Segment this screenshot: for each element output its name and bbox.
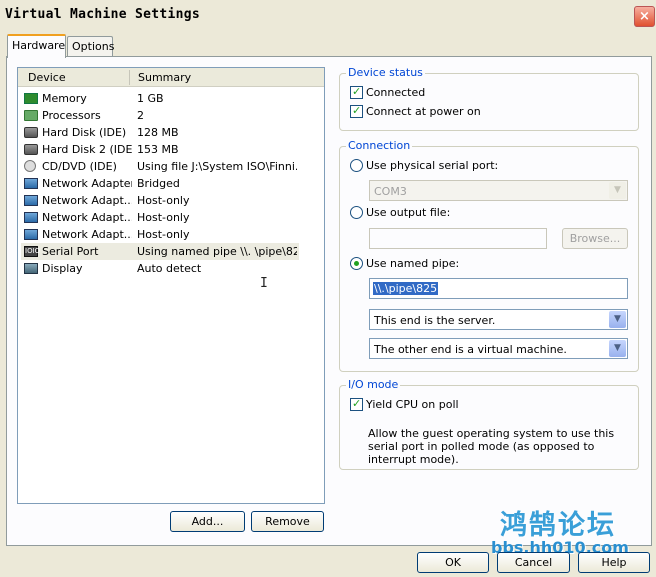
column-separator[interactable] — [129, 70, 130, 85]
device-row-network-adapter-3[interactable]: Network Adapt... Host-only — [21, 209, 299, 226]
chevron-down-icon[interactable]: ▼ — [609, 182, 626, 199]
output-file-input[interactable] — [369, 228, 547, 249]
device-summary: Auto detect — [137, 262, 202, 275]
device-name: Network Adapt... — [42, 211, 132, 224]
tab-options[interactable]: Options — [67, 36, 114, 57]
device-summary: Host-only — [137, 211, 190, 224]
text-cursor-icon: I — [260, 276, 268, 291]
device-list[interactable]: Device Summary Memory 1 GB Processors 2 … — [17, 67, 325, 504]
device-name: Network Adapter — [42, 177, 132, 190]
device-name: Hard Disk 2 (IDE) — [42, 143, 132, 156]
other-end-value: The other end is a virtual machine. — [374, 343, 567, 356]
device-row-processors[interactable]: Processors 2 — [21, 107, 299, 124]
device-summary: Using named pipe \\. \pipe\825 — [137, 245, 297, 258]
named-pipe-radio[interactable] — [350, 257, 363, 270]
network-adapter-icon — [24, 229, 38, 240]
display-icon — [24, 263, 38, 274]
hard-disk-icon — [24, 127, 38, 138]
connect-at-power-on-label[interactable]: Connect at power on — [366, 105, 481, 118]
device-summary: 2 — [137, 109, 144, 122]
physical-port-radio[interactable] — [350, 159, 363, 172]
device-row-hard-disk-2[interactable]: Hard Disk 2 (IDE) 153 MB — [21, 141, 299, 158]
device-name: Hard Disk (IDE) — [42, 126, 127, 139]
device-row-serial-port[interactable]: IOIO Serial Port Using named pipe \\. \p… — [21, 243, 299, 260]
column-header-summary[interactable]: Summary — [138, 71, 191, 84]
device-name: CD/DVD (IDE) — [42, 160, 117, 173]
network-adapter-icon — [24, 212, 38, 223]
device-row-network-adapter-4[interactable]: Network Adapt... Host-only — [21, 226, 299, 243]
help-button[interactable]: Help — [578, 552, 650, 573]
device-name: Memory — [42, 92, 87, 105]
chevron-down-icon[interactable]: ▼ — [609, 311, 626, 328]
this-end-value: This end is the server. — [374, 314, 496, 327]
yield-cpu-checkbox[interactable] — [350, 397, 363, 411]
connection-legend: Connection — [346, 139, 413, 152]
named-pipe-label[interactable]: Use named pipe: — [366, 257, 459, 270]
device-summary: 153 MB — [137, 143, 179, 156]
chevron-down-icon[interactable]: ▼ — [609, 340, 626, 357]
device-summary: Using file J:\System ISO\Finni... — [137, 160, 297, 173]
close-icon[interactable]: × — [634, 6, 655, 27]
physical-port-select[interactable]: COM3 ▼ — [369, 180, 628, 201]
window-title: Virtual Machine Settings — [5, 7, 201, 22]
device-summary: Host-only — [137, 228, 190, 241]
io-mode-legend: I/O mode — [346, 378, 401, 391]
device-name: Network Adapt... — [42, 194, 132, 207]
device-row-network-adapter-2[interactable]: Network Adapt... Host-only — [21, 192, 299, 209]
device-summary: 128 MB — [137, 126, 179, 139]
remove-button[interactable]: Remove — [251, 511, 324, 532]
title-bar: Virtual Machine Settings × — [0, 0, 656, 30]
device-name: Display — [42, 262, 83, 275]
device-name: Network Adapt... — [42, 228, 132, 241]
tab-hardware[interactable]: Hardware — [7, 34, 66, 58]
output-file-radio[interactable] — [350, 206, 363, 219]
device-name: Processors — [42, 109, 101, 122]
cd-dvd-icon — [24, 160, 36, 172]
device-list-header: Device Summary — [18, 68, 324, 87]
device-row-network-adapter[interactable]: Network Adapter Bridged — [21, 175, 299, 192]
browse-button[interactable]: Browse... — [562, 228, 628, 249]
device-name: Serial Port — [42, 245, 99, 258]
device-row-memory[interactable]: Memory 1 GB — [21, 90, 299, 107]
device-status-legend: Device status — [346, 66, 425, 79]
device-summary: Bridged — [137, 177, 180, 190]
processor-icon — [24, 110, 38, 121]
connected-checkbox[interactable] — [350, 85, 363, 99]
serial-port-icon: IOIO — [24, 246, 41, 257]
ok-button[interactable]: OK — [417, 552, 489, 573]
device-status-group: Device status — [339, 66, 639, 131]
network-adapter-icon — [24, 178, 38, 189]
yield-cpu-label[interactable]: Yield CPU on poll — [366, 398, 459, 411]
output-file-label[interactable]: Use output file: — [366, 206, 450, 219]
named-pipe-input[interactable]: \\.\pipe\825 — [369, 278, 628, 299]
memory-icon — [24, 93, 38, 104]
named-pipe-value: \\.\pipe\825 — [373, 282, 439, 295]
connect-at-power-on-checkbox[interactable] — [350, 104, 363, 118]
device-row-display[interactable]: Display Auto detect — [21, 260, 299, 277]
add-button[interactable]: Add... — [170, 511, 245, 532]
cancel-button[interactable]: Cancel — [497, 552, 570, 573]
device-summary: Host-only — [137, 194, 190, 207]
physical-port-label[interactable]: Use physical serial port: — [366, 159, 498, 172]
connected-label[interactable]: Connected — [366, 86, 425, 99]
watermark-logo: 鸿鹄论坛 — [500, 510, 616, 541]
physical-port-value: COM3 — [374, 185, 407, 198]
this-end-select[interactable]: This end is the server. ▼ — [369, 309, 628, 330]
network-adapter-icon — [24, 195, 38, 206]
device-row-hard-disk[interactable]: Hard Disk (IDE) 128 MB — [21, 124, 299, 141]
device-row-cd-dvd[interactable]: CD/DVD (IDE) Using file J:\System ISO\Fi… — [21, 158, 299, 175]
io-mode-description: Allow the guest operating system to use … — [368, 427, 615, 466]
other-end-select[interactable]: The other end is a virtual machine. ▼ — [369, 338, 628, 359]
device-summary: 1 GB — [137, 92, 164, 105]
column-header-device[interactable]: Device — [28, 71, 66, 84]
hard-disk-icon — [24, 144, 38, 155]
